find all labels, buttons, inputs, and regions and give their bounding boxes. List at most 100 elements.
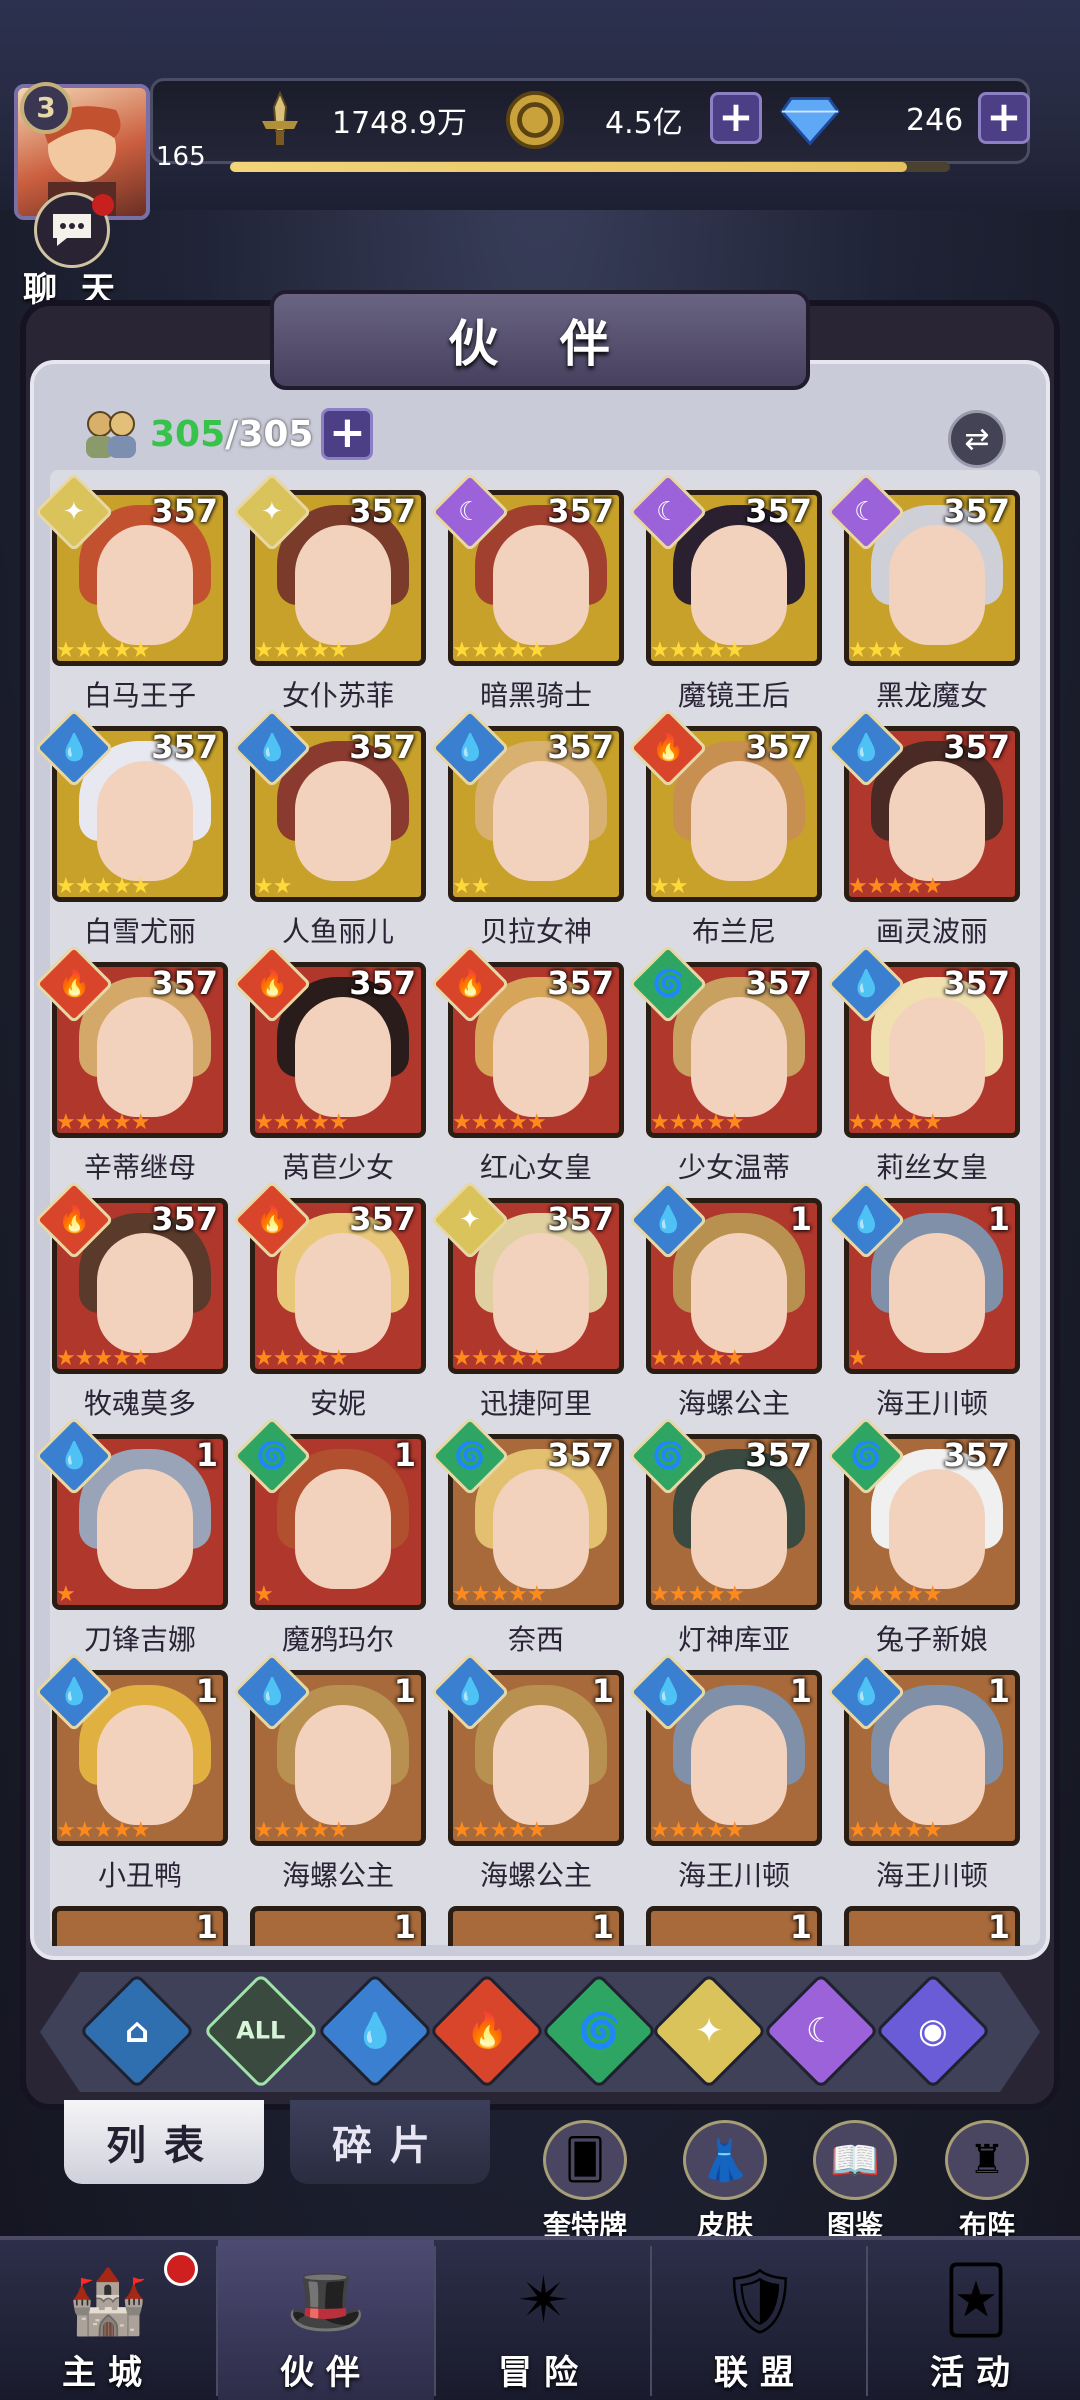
companion-card[interactable]: 💧 357 ★★★★★ 白雪尤丽 — [34, 708, 228, 962]
nav-companions[interactable]: 🎩 伙伴 — [218, 2240, 434, 2400]
tab-fragments[interactable]: 碎片 — [290, 2100, 490, 2184]
portrait-face — [889, 1705, 985, 1825]
page-title: 伙 伴 — [448, 315, 632, 373]
companion-card[interactable]: 💧 1 ★★★★★ 海王川顿 — [628, 1652, 822, 1906]
portrait-face — [295, 997, 391, 1117]
companion-card[interactable]: 🌀 357 ★★★★★ 兔子新娘 — [826, 1416, 1020, 1670]
companion-card[interactable]: ☾ 357 ★★★ 黑龙魔女 — [826, 472, 1020, 726]
companion-card[interactable]: 💧 357 ★★★★★ 画灵波丽 — [826, 708, 1020, 962]
nav-events-label: 活动 — [930, 2353, 1022, 2393]
companion-card[interactable]: 🔥 357 ★★★★★ 安妮 — [232, 1180, 426, 1434]
companion-level: 1 — [393, 1436, 416, 1474]
portrait-face — [493, 525, 589, 645]
companion-level: 357 — [349, 1200, 416, 1238]
add-gems-button[interactable]: + — [978, 92, 1030, 144]
companion-level: 357 — [547, 492, 614, 530]
sword-icon — [250, 90, 310, 150]
sort-swap-button[interactable]: ⇄ — [948, 410, 1006, 468]
star-rating: ★★★★★ — [452, 638, 547, 663]
portrait-face — [493, 1233, 589, 1353]
companion-name: 灯神库亚 — [677, 1623, 790, 1656]
companion-name: 海王川顿 — [875, 1859, 988, 1892]
star-rating: ★★★★★ — [254, 1346, 349, 1371]
companion-name: 红心女皇 — [479, 1151, 592, 1184]
expand-roster-button[interactable]: + — [321, 408, 374, 460]
companion-level: 357 — [349, 964, 416, 1002]
companion-card[interactable]: 🌀 357 ★★★★★ 少女温蒂 — [628, 944, 822, 1198]
companion-card-partial[interactable]: 1 — [448, 1906, 624, 1946]
companion-level: 1 — [591, 1672, 614, 1710]
companion-card[interactable]: 🌀 357 ★★★★★ 灯神库亚 — [628, 1416, 822, 1670]
tarot-button[interactable]: 🂠 奎特牌 — [530, 2120, 640, 2242]
light-filter-icon: ✦ — [694, 2011, 724, 2051]
companion-card-partial[interactable]: 1 — [250, 1906, 426, 1946]
companion-level: 357 — [151, 1200, 218, 1238]
portrait-face — [97, 997, 193, 1117]
companion-level: 357 — [151, 492, 218, 530]
companion-card[interactable]: 🔥 357 ★★★★★ 莴苣少女 — [232, 944, 426, 1198]
gem-value: 246 — [906, 102, 964, 138]
companion-card[interactable]: ✦ 357 ★★★★★ 迅捷阿里 — [430, 1180, 624, 1434]
star-rating: ★★★★★ — [452, 1346, 547, 1371]
companion-card[interactable]: ☾ 357 ★★★★★ 魔镜王后 — [628, 472, 822, 726]
tab-list[interactable]: 列表 — [64, 2100, 264, 2184]
companion-name: 少女温蒂 — [677, 1151, 790, 1184]
companion-card[interactable]: 🌀 1 ★ 魔鸦玛尔 — [232, 1416, 426, 1670]
roster-count: 305 / 305 + — [80, 406, 374, 462]
star-rating: ★★★★★ — [254, 1818, 349, 1843]
companion-card[interactable]: 💧 357 ★★ 人鱼丽儿 — [232, 708, 426, 962]
companion-card[interactable]: 🔥 357 ★★★★★ 红心女皇 — [430, 944, 624, 1198]
nav-adventure[interactable]: ✴ 冒险 — [436, 2240, 652, 2400]
add-gold-button[interactable]: + — [710, 92, 762, 144]
companion-level: 1 — [393, 1672, 416, 1710]
companion-card-partial[interactable]: 1 — [52, 1906, 228, 1946]
companion-card[interactable]: 🔥 357 ★★ 布兰尼 — [628, 708, 822, 962]
companion-name: 海王川顿 — [677, 1859, 790, 1892]
all-filter-icon: ALL — [236, 2016, 286, 2045]
companions-icon — [80, 406, 144, 462]
portrait-face — [97, 761, 193, 881]
companion-card-partial[interactable]: 1 — [844, 1906, 1020, 1946]
nav-events[interactable]: 🃏 活动 — [868, 2240, 1080, 2400]
companion-card[interactable]: 💧 1 ★★★★★ 海螺公主 — [232, 1652, 426, 1906]
shield-icon: 🛡 — [719, 2264, 801, 2339]
companion-card[interactable]: ✦ 357 ★★★★★ 白马王子 — [34, 472, 228, 726]
gold-value: 4.5亿 — [605, 106, 683, 141]
skin-button[interactable]: 👗 皮肤 — [670, 2120, 780, 2242]
book-icon: 📖 — [813, 2120, 897, 2200]
portrait-face — [889, 761, 985, 881]
star-rating: ★★★★★ — [56, 638, 151, 663]
companion-name: 女仆苏菲 — [281, 679, 394, 712]
companion-level: 357 — [547, 1200, 614, 1238]
companion-name: 贝拉女神 — [479, 915, 592, 948]
cards-icon: 🃏 — [943, 2264, 1009, 2338]
swap-icon: ⇄ — [964, 421, 990, 457]
companion-card[interactable]: 💧 1 ★★★★★ 海王川顿 — [826, 1652, 1020, 1906]
companion-level: 357 — [151, 964, 218, 1002]
companion-card-partial[interactable]: 1 — [646, 1906, 822, 1946]
codex-button[interactable]: 📖 图鉴 — [800, 2120, 910, 2242]
star-rating: ★★★★★ — [56, 1110, 151, 1135]
companion-level: 357 — [943, 492, 1010, 530]
water-filter-icon: 💧 — [353, 2011, 397, 2051]
companion-level: 1 — [195, 1672, 218, 1710]
formation-button[interactable]: ♜ 布阵 — [932, 2120, 1042, 2242]
companion-level: 357 — [547, 1436, 614, 1474]
companion-card[interactable]: ✦ 357 ★★★★★ 女仆苏菲 — [232, 472, 426, 726]
companion-card[interactable]: 💧 1 ★★★★★ 小丑鸭 — [34, 1652, 228, 1906]
star-rating: ★★★★★ — [56, 874, 151, 899]
companion-card[interactable]: 💧 1 ★ 刀锋吉娜 — [34, 1416, 228, 1670]
companion-card[interactable]: 🔥 357 ★★★★★ 辛蒂继母 — [34, 944, 228, 1198]
companion-card[interactable]: ☾ 357 ★★★★★ 暗黑骑士 — [430, 472, 624, 726]
companion-card[interactable]: 🔥 357 ★★★★★ 牧魂莫多 — [34, 1180, 228, 1434]
companion-card[interactable]: 💧 357 ★★★★★ 莉丝女皇 — [826, 944, 1020, 1198]
companion-card[interactable]: 💧 1 ★★★★★ 海螺公主 — [628, 1180, 822, 1434]
portrait-face — [691, 1705, 787, 1825]
chat-button[interactable]: 聊 天 — [22, 192, 122, 312]
companion-card[interactable]: 💧 357 ★★ 贝拉女神 — [430, 708, 624, 962]
companion-card[interactable]: 💧 1 ★ 海王川顿 — [826, 1180, 1020, 1434]
companion-card[interactable]: 🌀 357 ★★★★★ 奈西 — [430, 1416, 624, 1670]
nav-alliance[interactable]: 🛡 联盟 — [652, 2240, 868, 2400]
companion-card[interactable]: 💧 1 ★★★★★ 海螺公主 — [430, 1652, 624, 1906]
star-rating: ★★★ — [848, 638, 905, 663]
